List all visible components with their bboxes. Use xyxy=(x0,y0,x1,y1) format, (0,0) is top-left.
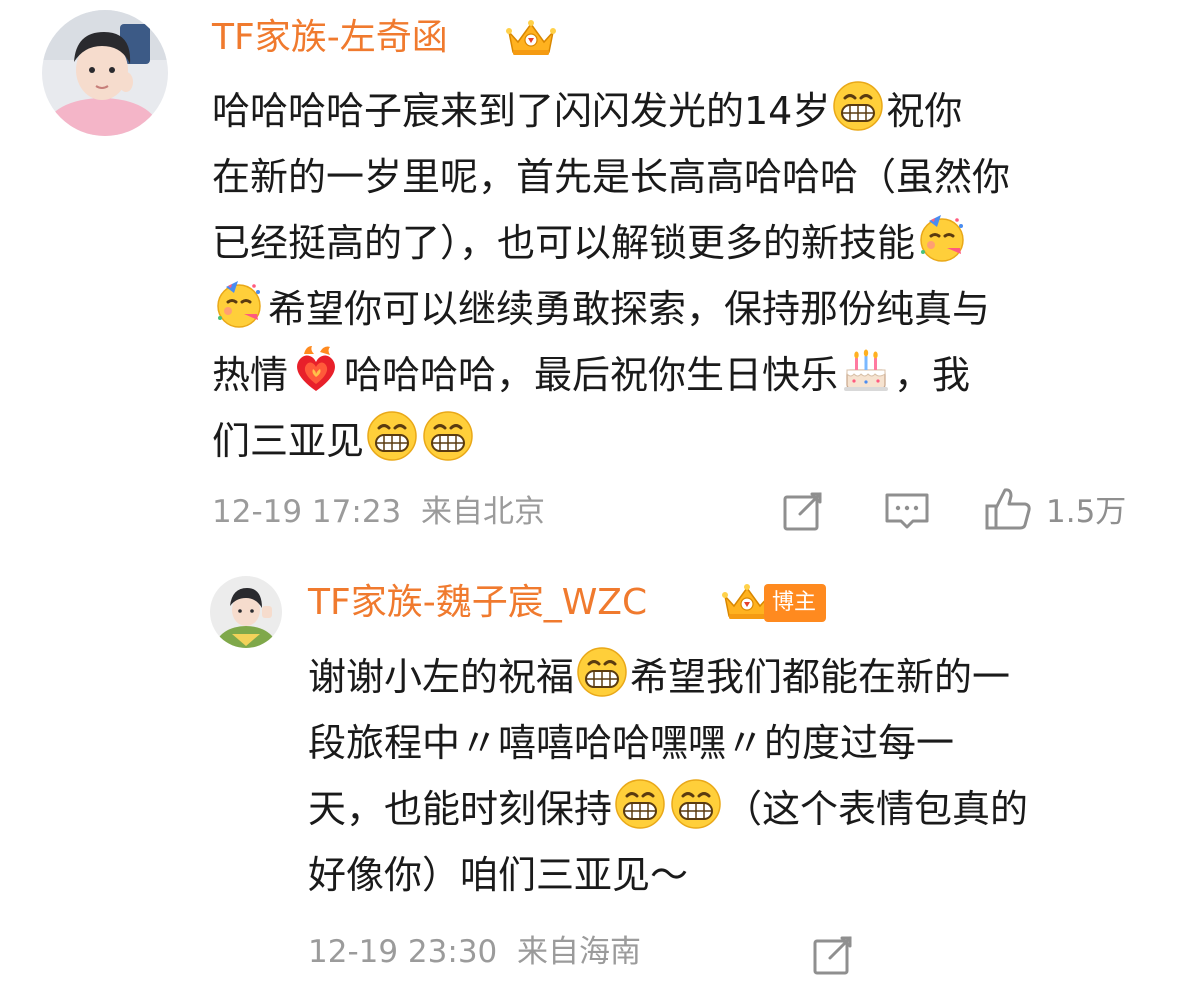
like-count: 1.5万 xyxy=(1046,494,1127,530)
thumbs-up-icon[interactable] xyxy=(984,486,1032,532)
avatar-replier[interactable] xyxy=(210,576,282,648)
reply-meta: 12-19 23:30 来自海南 xyxy=(308,932,641,972)
grinning-face-emoji xyxy=(614,778,666,830)
bottom-fade-overlay xyxy=(880,926,1179,983)
grinning-face-emoji xyxy=(576,646,628,698)
replier-username[interactable]: TF家族-魏子宸_WZC xyxy=(308,583,647,623)
comment-time: 12-19 17:23 xyxy=(212,494,402,530)
comment-icon[interactable] xyxy=(884,490,930,532)
comment-location: 来自北京 xyxy=(421,494,545,530)
edit-repost-icon[interactable] xyxy=(812,934,856,976)
commenter-username[interactable]: TF家族-左奇函 xyxy=(212,18,448,58)
partying-face-emoji xyxy=(214,278,266,330)
reply-location: 来自海南 xyxy=(517,934,641,970)
host-badge: 博主 xyxy=(764,584,827,622)
grinning-face-emoji xyxy=(422,410,474,462)
heart-on-fire-emoji xyxy=(290,344,342,396)
grinning-face-emoji xyxy=(670,778,722,830)
crown-badge-icon xyxy=(504,18,558,58)
comment-text: 哈哈哈哈子宸来到了闪闪发光的14岁 祝你 在新的一岁里呢，首先是长高高哈哈哈（虽然… xyxy=(212,78,1010,474)
reply-text: 谢谢小左的祝福 希望我们都能在新的一 段旅程中〃嘻嘻哈哈嘿嘿〃的度过每一 天，也能… xyxy=(308,644,1028,908)
reply-time: 12-19 23:30 xyxy=(308,934,498,970)
birthday-cake-emoji xyxy=(840,344,892,396)
edit-repost-icon[interactable] xyxy=(782,490,826,532)
grinning-face-emoji xyxy=(832,80,884,132)
avatar-commenter[interactable] xyxy=(42,10,168,136)
comment-meta: 12-19 17:23 来自北京 xyxy=(212,492,545,532)
partying-face-emoji xyxy=(917,212,969,264)
grinning-face-emoji xyxy=(366,410,418,462)
